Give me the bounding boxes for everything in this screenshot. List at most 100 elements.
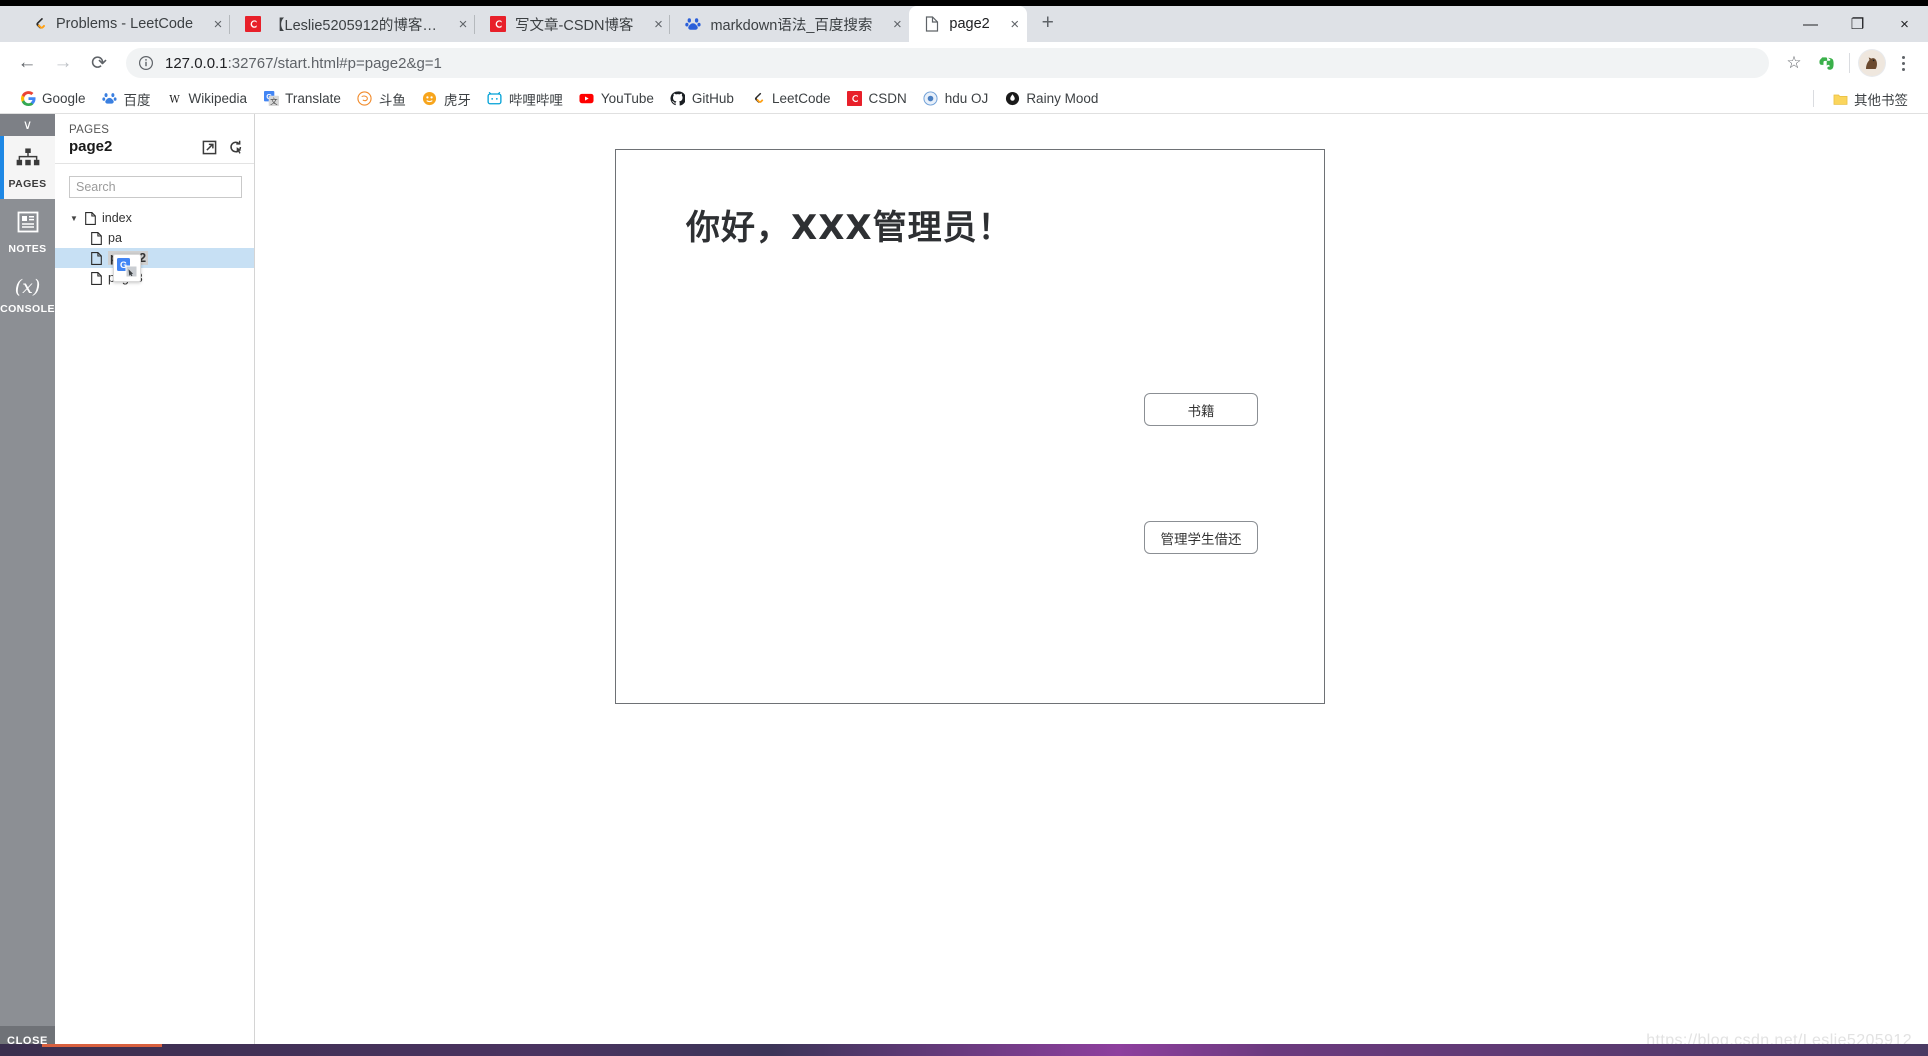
sitemap-icon — [16, 148, 40, 173]
bookmark-wikipedia[interactable]: W Wikipedia — [159, 89, 256, 109]
manage-student-loans-button[interactable]: 管理学生借还 — [1144, 521, 1258, 554]
bookmark-label: 斗鱼 — [378, 92, 406, 108]
leetcode-icon — [750, 91, 766, 107]
hdu-icon — [923, 91, 939, 107]
rail-item-notes[interactable]: NOTES — [0, 199, 55, 264]
tab-close-icon[interactable]: × — [999, 15, 1019, 33]
tab-close-icon[interactable]: × — [881, 15, 902, 33]
pages-panel-header: PAGES page2 — [55, 114, 254, 164]
tab-close-icon[interactable]: × — [202, 15, 223, 33]
refresh-pointer-icon[interactable] — [228, 140, 244, 160]
csdn-icon — [244, 16, 261, 33]
baidu-icon — [102, 91, 118, 107]
collapse-rail-icon[interactable]: ∨ — [0, 114, 55, 136]
bookmark-label: GitHub — [691, 91, 734, 106]
bookmark-translate[interactable]: G文 Translate — [255, 89, 349, 109]
tree-item-page2[interactable]: page2 — [55, 248, 254, 268]
bilibili-icon — [487, 91, 503, 107]
bookmark-label: 哔哩哔哩 — [508, 92, 563, 108]
window-controls: — ❐ × — [1787, 0, 1928, 42]
browser-tab-leetcode[interactable]: Problems - LeetCode × — [16, 6, 230, 42]
bookmark-label: Rainy Mood — [1026, 91, 1099, 106]
svg-text:W: W — [169, 93, 180, 105]
site-info-icon[interactable] — [138, 55, 155, 72]
evernote-icon[interactable] — [1811, 48, 1841, 78]
bookmark-douyu[interactable]: 斗鱼 — [349, 87, 414, 111]
rainymood-icon — [1004, 91, 1020, 107]
chevron-down-icon[interactable]: ▼ — [69, 214, 79, 223]
browser-tab-csdn-blog[interactable]: 【Leslie5205912的博客】## - C × — [229, 6, 475, 42]
url-text: 127.0.0.1:32767/start.html#p=page2&g=1 — [165, 55, 442, 72]
panel-kicker: PAGES — [69, 124, 110, 136]
tree-item-page1[interactable]: pa — [55, 228, 254, 248]
pages-tree: ▼ index pa page2 — [55, 208, 254, 288]
tab-title: page2 — [949, 16, 990, 32]
devtools-rail: ∨ PAGES NOTES (x) CONSOLE CLOSE — [0, 114, 55, 1056]
leetcode-icon — [30, 16, 47, 33]
csdn-icon — [489, 16, 506, 33]
wikipedia-icon: W — [167, 91, 183, 107]
profile-avatar[interactable] — [1858, 49, 1886, 77]
bookmark-leetcode[interactable]: LeetCode — [742, 89, 839, 109]
pages-search — [69, 176, 242, 198]
books-button[interactable]: 书籍 — [1144, 393, 1258, 426]
document-icon — [85, 211, 96, 225]
tab-close-icon[interactable]: × — [447, 15, 468, 33]
taskbar-active-indicator — [42, 1044, 162, 1047]
open-external-icon[interactable] — [202, 140, 217, 160]
forward-button[interactable]: → — [46, 46, 80, 80]
google-translate-badge[interactable]: G — [113, 254, 141, 282]
page-canvas: 你好，XXX管理员！ 书籍 管理学生借还 https://blog.csdn.n… — [255, 114, 1928, 1056]
bookmark-star-icon[interactable]: ☆ — [1779, 48, 1809, 78]
url-path: :32767/start.html#p=page2&g=1 — [227, 54, 442, 72]
bookmarks-bar: Google 百度 W Wikipedia G文 Translate 斗鱼 — [0, 84, 1928, 114]
rail-item-pages[interactable]: PAGES — [0, 136, 55, 199]
bookmark-csdn[interactable]: CSDN — [839, 89, 915, 109]
tab-title: 写文章-CSDN博客 — [515, 17, 634, 34]
close-window-button[interactable]: × — [1881, 6, 1928, 42]
minimize-button[interactable]: — — [1787, 6, 1834, 42]
bookmark-google[interactable]: Google — [12, 89, 94, 109]
rail-item-label: CONSOLE — [0, 303, 55, 315]
bookmark-youtube[interactable]: YouTube — [571, 89, 662, 109]
svg-text:文: 文 — [270, 96, 278, 106]
bookmark-baidu[interactable]: 百度 — [94, 87, 159, 111]
back-button[interactable]: ← — [10, 46, 44, 80]
bookmark-label: Translate — [285, 91, 341, 106]
tree-item-label: pa — [108, 231, 122, 245]
tree-item-page3[interactable]: page3 — [55, 268, 254, 288]
address-bar[interactable]: 127.0.0.1:32767/start.html#p=page2&g=1 — [126, 48, 1769, 78]
bookmark-label: Wikipedia — [188, 91, 248, 106]
folder-icon — [1832, 91, 1848, 107]
document-icon — [91, 251, 102, 265]
browser-tab-baidu-markdown[interactable]: markdown语法_百度搜索 × — [669, 6, 909, 42]
huya-icon — [422, 91, 438, 107]
bookmark-rainy-mood[interactable]: Rainy Mood — [996, 89, 1106, 109]
rail-item-console[interactable]: (x) CONSOLE — [0, 264, 55, 324]
bookmarks-bar-right: 其他书签 — [1813, 87, 1916, 111]
page-frame: 你好，XXX管理员！ 书籍 管理学生借还 — [615, 149, 1325, 704]
bookmark-huya[interactable]: 虎牙 — [414, 87, 479, 111]
console-icon: (x) — [14, 276, 41, 298]
bookmark-github[interactable]: GitHub — [662, 89, 742, 109]
bookmark-hdu-oj[interactable]: hdu OJ — [915, 89, 997, 109]
bookmark-label: 百度 — [123, 92, 151, 108]
reload-button[interactable]: ⟳ — [82, 46, 116, 80]
other-bookmarks-folder[interactable]: 其他书签 — [1824, 87, 1916, 111]
tree-item-label: index — [102, 211, 132, 225]
tree-item-index[interactable]: ▼ index — [55, 208, 254, 228]
rail-item-label: PAGES — [8, 178, 47, 190]
browser-tab-csdn-write[interactable]: 写文章-CSDN博客 × — [474, 6, 670, 42]
browser-tab-page2[interactable]: page2 × — [909, 6, 1027, 42]
notes-icon — [17, 211, 39, 238]
maximize-button[interactable]: ❐ — [1834, 6, 1881, 42]
browser-window: Problems - LeetCode × 【Leslie5205912的博客】… — [0, 0, 1928, 1056]
new-tab-button[interactable]: + — [1033, 8, 1063, 38]
chrome-menu-icon[interactable] — [1888, 46, 1918, 80]
tab-close-icon[interactable]: × — [642, 15, 663, 33]
bookmark-label: hdu OJ — [944, 91, 989, 106]
search-input[interactable] — [69, 176, 242, 198]
github-icon — [670, 91, 686, 107]
google-icon — [20, 91, 36, 107]
bookmark-bilibili[interactable]: 哔哩哔哩 — [479, 87, 571, 111]
